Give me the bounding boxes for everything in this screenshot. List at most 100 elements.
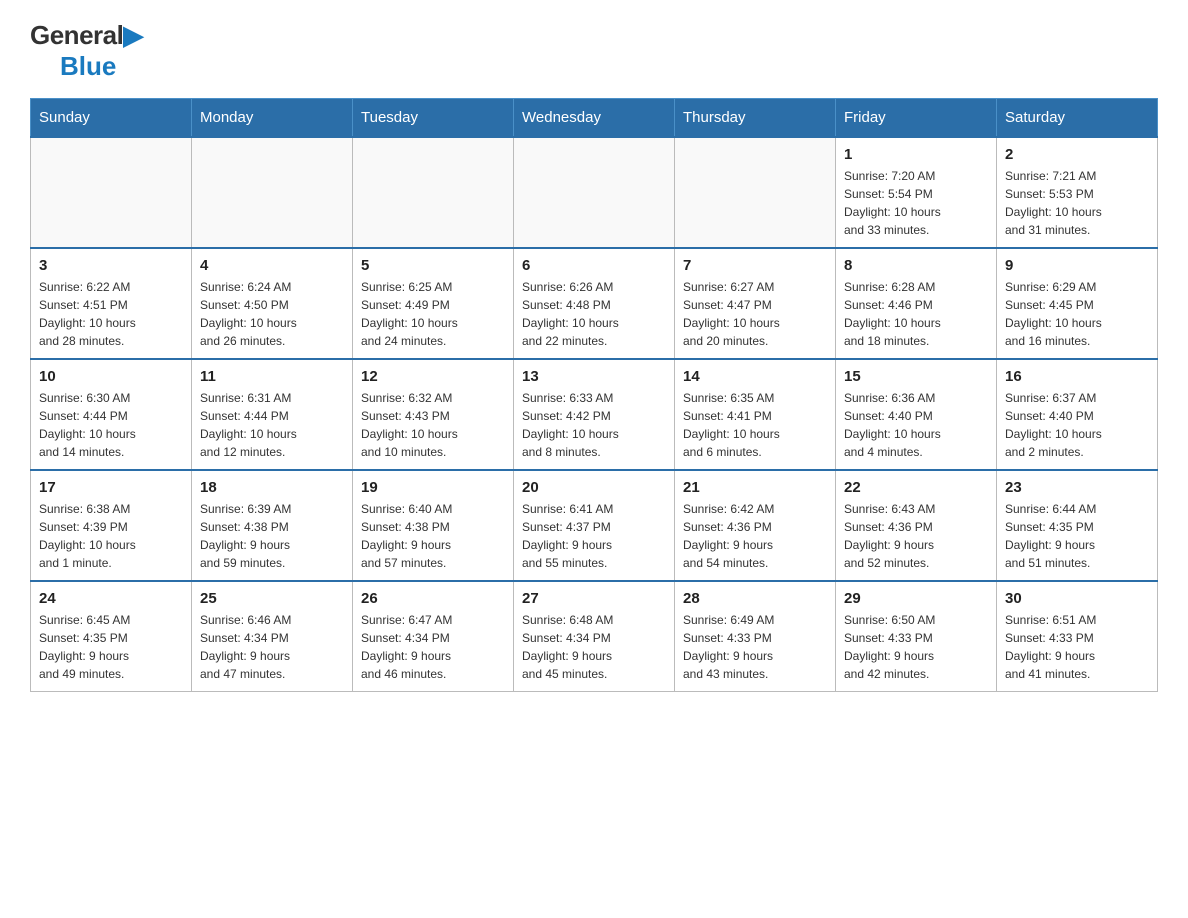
day-info: Sunrise: 6:33 AMSunset: 4:42 PMDaylight:… [522,389,666,461]
day-info: Sunrise: 6:45 AMSunset: 4:35 PMDaylight:… [39,611,183,683]
day-info: Sunrise: 6:36 AMSunset: 4:40 PMDaylight:… [844,389,988,461]
day-info: Sunrise: 6:44 AMSunset: 4:35 PMDaylight:… [1005,500,1149,572]
day-number: 14 [683,368,827,385]
calendar-cell: 30 Sunrise: 6:51 AMSunset: 4:33 PMDayligh… [997,581,1158,692]
day-info: Sunrise: 6:24 AMSunset: 4:50 PMDaylight:… [200,278,344,350]
calendar-cell: 22 Sunrise: 6:43 AMSunset: 4:36 PMDayligh… [836,470,997,581]
day-info: Sunrise: 6:31 AMSunset: 4:44 PMDaylight:… [200,389,344,461]
day-info: Sunrise: 6:22 AMSunset: 4:51 PMDaylight:… [39,278,183,350]
day-number: 26 [361,590,505,607]
calendar-cell [675,137,836,248]
day-number: 17 [39,479,183,496]
day-number: 22 [844,479,988,496]
day-number: 18 [200,479,344,496]
calendar-cell: 8 Sunrise: 6:28 AMSunset: 4:46 PMDaylight… [836,248,997,359]
day-info: Sunrise: 6:35 AMSunset: 4:41 PMDaylight:… [683,389,827,461]
day-number: 3 [39,257,183,274]
day-info: Sunrise: 6:39 AMSunset: 4:38 PMDaylight:… [200,500,344,572]
day-info: Sunrise: 6:47 AMSunset: 4:34 PMDaylight:… [361,611,505,683]
calendar-cell: 25Sunrise: 6:46 AMSunset: 4:34 PMDayligh… [192,581,353,692]
calendar-cell: 29Sunrise: 6:50 AMSunset: 4:33 PMDayligh… [836,581,997,692]
day-number: 2 [1005,146,1149,163]
day-info: Sunrise: 6:26 AMSunset: 4:48 PMDaylight:… [522,278,666,350]
day-number: 11 [200,368,344,385]
day-info: Sunrise: 7:21 AMSunset: 5:53 PMDaylight:… [1005,167,1149,239]
day-number: 27 [522,590,666,607]
day-number: 5 [361,257,505,274]
calendar-week-0: 1 Sunrise: 7:20 AMSunset: 5:54 PMDaylight… [31,137,1158,248]
calendar-cell [31,137,192,248]
calendar-cell: 2 Sunrise: 7:21 AMSunset: 5:53 PMDaylight… [997,137,1158,248]
header: General▶ Blue [30,20,1158,82]
calendar-cell: 28Sunrise: 6:49 AMSunset: 4:33 PMDayligh… [675,581,836,692]
calendar-cell: 26 Sunrise: 6:47 AMSunset: 4:34 PMDayligh… [353,581,514,692]
day-number: 24 [39,590,183,607]
calendar-cell: 20Sunrise: 6:41 AMSunset: 4:37 PMDayligh… [514,470,675,581]
day-number: 28 [683,590,827,607]
calendar-cell: 5 Sunrise: 6:25 AMSunset: 4:49 PMDaylight… [353,248,514,359]
day-number: 23 [1005,479,1149,496]
calendar-cell: 14 Sunrise: 6:35 AMSunset: 4:41 PMDayligh… [675,359,836,470]
day-info: Sunrise: 6:42 AMSunset: 4:36 PMDaylight:… [683,500,827,572]
calendar-cell: 1 Sunrise: 7:20 AMSunset: 5:54 PMDaylight… [836,137,997,248]
calendar-week-3: 17Sunrise: 6:38 AMSunset: 4:39 PMDayligh… [31,470,1158,581]
calendar-cell: 12 Sunrise: 6:32 AMSunset: 4:43 PMDayligh… [353,359,514,470]
logo-blue-text: Blue [60,51,116,82]
day-info: Sunrise: 6:25 AMSunset: 4:49 PMDaylight:… [361,278,505,350]
header-cell-friday: Friday [836,99,997,138]
calendar-cell: 21 Sunrise: 6:42 AMSunset: 4:36 PMDayligh… [675,470,836,581]
calendar-table: SundayMondayTuesdayWednesdayThursdayFrid… [30,98,1158,692]
calendar-cell [192,137,353,248]
day-number: 19 [361,479,505,496]
logo-general-text: General▶ [30,20,143,51]
calendar-week-2: 10 Sunrise: 6:30 AMSunset: 4:44 PMDayligh… [31,359,1158,470]
calendar-cell: 6 Sunrise: 6:26 AMSunset: 4:48 PMDaylight… [514,248,675,359]
day-info: Sunrise: 6:43 AMSunset: 4:36 PMDaylight:… [844,500,988,572]
calendar-cell: 18 Sunrise: 6:39 AMSunset: 4:38 PMDayligh… [192,470,353,581]
header-cell-tuesday: Tuesday [353,99,514,138]
day-number: 25 [200,590,344,607]
calendar-body: 1 Sunrise: 7:20 AMSunset: 5:54 PMDaylight… [31,137,1158,692]
day-number: 21 [683,479,827,496]
calendar-cell [514,137,675,248]
calendar-cell: 17Sunrise: 6:38 AMSunset: 4:39 PMDayligh… [31,470,192,581]
day-info: Sunrise: 6:40 AMSunset: 4:38 PMDaylight:… [361,500,505,572]
day-number: 6 [522,257,666,274]
day-info: Sunrise: 6:30 AMSunset: 4:44 PMDaylight:… [39,389,183,461]
header-row: SundayMondayTuesdayWednesdayThursdayFrid… [31,99,1158,138]
day-number: 9 [1005,257,1149,274]
calendar-cell: 3 Sunrise: 6:22 AMSunset: 4:51 PMDaylight… [31,248,192,359]
header-cell-wednesday: Wednesday [514,99,675,138]
day-number: 30 [1005,590,1149,607]
day-info: Sunrise: 6:51 AMSunset: 4:33 PMDaylight:… [1005,611,1149,683]
calendar-cell: 16Sunrise: 6:37 AMSunset: 4:40 PMDayligh… [997,359,1158,470]
day-info: Sunrise: 6:37 AMSunset: 4:40 PMDaylight:… [1005,389,1149,461]
day-info: Sunrise: 6:29 AMSunset: 4:45 PMDaylight:… [1005,278,1149,350]
calendar-cell: 9 Sunrise: 6:29 AMSunset: 4:45 PMDaylight… [997,248,1158,359]
calendar-week-1: 3 Sunrise: 6:22 AMSunset: 4:51 PMDaylight… [31,248,1158,359]
header-cell-monday: Monday [192,99,353,138]
day-number: 1 [844,146,988,163]
calendar-cell [353,137,514,248]
day-number: 12 [361,368,505,385]
calendar-cell: 11 Sunrise: 6:31 AMSunset: 4:44 PMDayligh… [192,359,353,470]
calendar-cell: 7Sunrise: 6:27 AMSunset: 4:47 PMDaylight… [675,248,836,359]
day-number: 10 [39,368,183,385]
calendar-cell: 13 Sunrise: 6:33 AMSunset: 4:42 PMDayligh… [514,359,675,470]
calendar-cell: 23 Sunrise: 6:44 AMSunset: 4:35 PMDayligh… [997,470,1158,581]
day-info: Sunrise: 6:48 AMSunset: 4:34 PMDaylight:… [522,611,666,683]
day-number: 13 [522,368,666,385]
day-number: 7 [683,257,827,274]
calendar-header: SundayMondayTuesdayWednesdayThursdayFrid… [31,99,1158,138]
day-info: Sunrise: 6:50 AMSunset: 4:33 PMDaylight:… [844,611,988,683]
day-info: Sunrise: 6:32 AMSunset: 4:43 PMDaylight:… [361,389,505,461]
header-cell-saturday: Saturday [997,99,1158,138]
day-info: Sunrise: 7:20 AMSunset: 5:54 PMDaylight:… [844,167,988,239]
calendar-cell: 24 Sunrise: 6:45 AMSunset: 4:35 PMDayligh… [31,581,192,692]
day-number: 8 [844,257,988,274]
calendar-cell: 27 Sunrise: 6:48 AMSunset: 4:34 PMDayligh… [514,581,675,692]
day-info: Sunrise: 6:28 AMSunset: 4:46 PMDaylight:… [844,278,988,350]
calendar-cell: 19 Sunrise: 6:40 AMSunset: 4:38 PMDayligh… [353,470,514,581]
calendar-cell: 15Sunrise: 6:36 AMSunset: 4:40 PMDayligh… [836,359,997,470]
day-info: Sunrise: 6:41 AMSunset: 4:37 PMDaylight:… [522,500,666,572]
